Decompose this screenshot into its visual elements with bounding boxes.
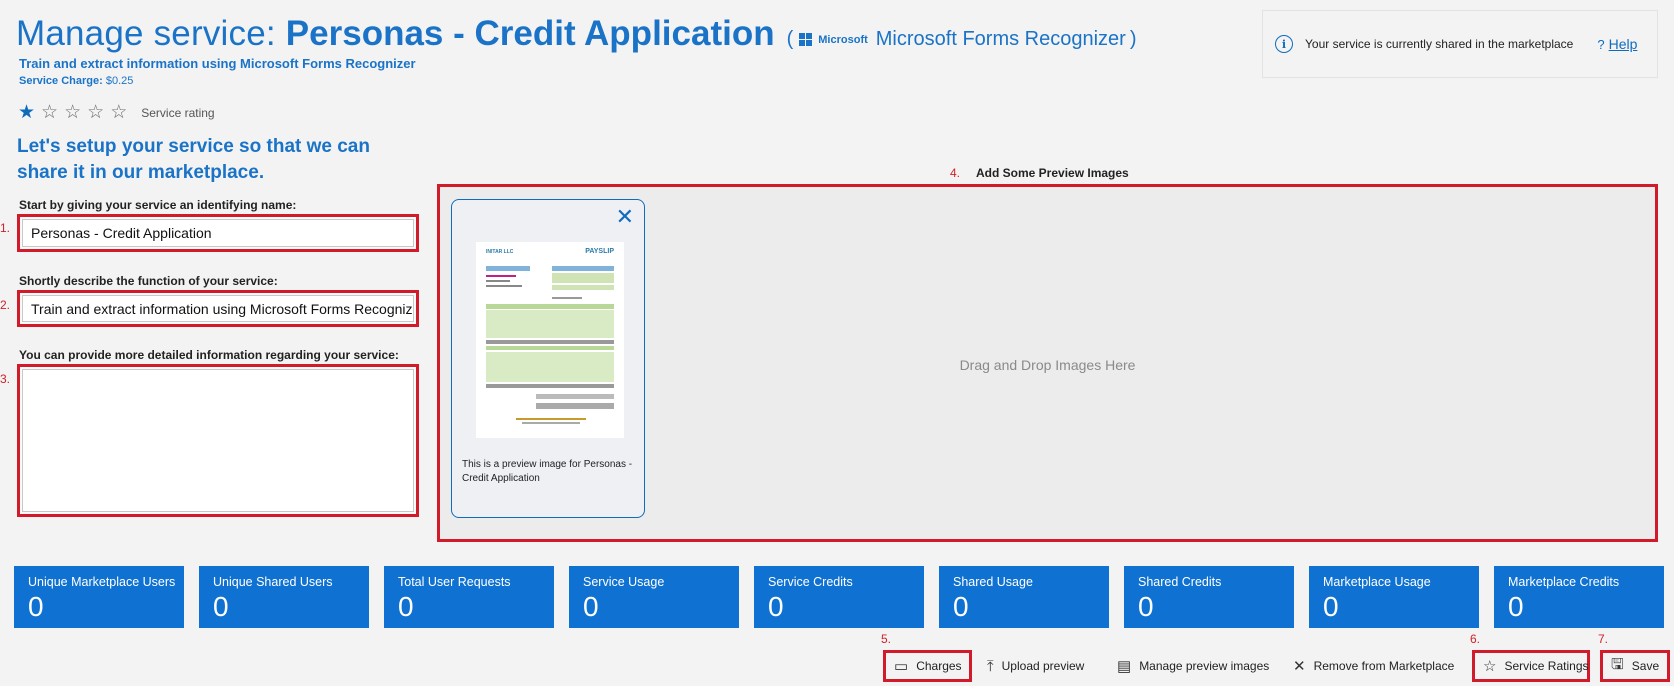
- marketplace-status-box: i Your service is currently shared in th…: [1262, 10, 1658, 78]
- star-empty-icon: ☆: [41, 102, 59, 123]
- stat-tile-service-credits: Service Credits 0: [754, 566, 924, 628]
- name-field-label: Start by giving your service an identify…: [19, 198, 297, 212]
- description-field-highlight: Train and extract information using Micr…: [17, 290, 419, 327]
- step-number-4: 4.: [950, 166, 961, 180]
- stat-tile-total-user-requests: Total User Requests 0: [384, 566, 554, 628]
- stat-value: 0: [1508, 591, 1524, 622]
- marketplace-status-text: Your service is currently shared in the …: [1305, 37, 1574, 51]
- service-name-input[interactable]: Personas - Credit Application: [22, 219, 414, 247]
- manage-preview-images-button[interactable]: ▤ Manage preview images: [1109, 650, 1277, 682]
- stat-value: 0: [583, 591, 599, 622]
- stat-label: Shared Usage: [953, 575, 1033, 589]
- stat-value: 0: [1138, 591, 1154, 622]
- title-prefix: Manage service:: [16, 14, 276, 53]
- save-button[interactable]: 🖫 Save: [1600, 650, 1670, 682]
- name-field-highlight: Personas - Credit Application: [17, 214, 419, 252]
- close-icon[interactable]: ✕: [616, 206, 634, 228]
- close-icon: ✕: [1293, 658, 1306, 675]
- remove-from-marketplace-button[interactable]: ✕ Remove from Marketplace: [1285, 650, 1462, 682]
- stat-label: Marketplace Credits: [1508, 575, 1620, 589]
- star-empty-icon: ☆: [110, 102, 128, 123]
- description-field-label: Shortly describe the function of your se…: [19, 274, 278, 288]
- stat-label: Unique Marketplace Users: [28, 575, 176, 589]
- stat-tile-marketplace-usage: Marketplace Usage 0: [1309, 566, 1479, 628]
- credit-card-icon: ▭: [894, 658, 909, 675]
- manage-preview-label: Manage preview images: [1139, 659, 1270, 673]
- remove-marketplace-label: Remove from Marketplace: [1313, 659, 1455, 673]
- stat-value: 0: [398, 591, 414, 622]
- details-field-highlight: [17, 364, 419, 517]
- step-number-3: 3.: [0, 372, 11, 386]
- page-title: Manage service: Personas - Credit Applic…: [16, 14, 1137, 54]
- charges-label: Charges: [916, 659, 962, 673]
- stat-label: Service Credits: [768, 575, 853, 589]
- upload-icon: ⤒: [987, 657, 994, 675]
- info-icon: i: [1275, 35, 1293, 53]
- stat-label: Shared Credits: [1138, 575, 1222, 589]
- preview-images-heading: Add Some Preview Images: [976, 166, 1129, 180]
- stat-value: 0: [768, 591, 784, 622]
- stat-tile-marketplace-credits: Marketplace Credits 0: [1494, 566, 1664, 628]
- upload-preview-label: Upload preview: [1001, 659, 1085, 673]
- stat-tile-service-usage: Service Usage 0: [569, 566, 739, 628]
- service-details-textarea[interactable]: [22, 369, 414, 512]
- thumbnail-tag-text: PAYSLIP: [585, 248, 614, 255]
- help-label[interactable]: Help: [1609, 36, 1638, 52]
- service-rating: ★ ☆ ☆ ☆ ☆ Service rating: [18, 103, 215, 122]
- stat-value: 0: [1323, 591, 1339, 622]
- service-ratings-label: Service Ratings: [1504, 659, 1589, 673]
- upload-preview-button[interactable]: ⤒ Upload preview: [979, 650, 1092, 682]
- image-drop-zone[interactable]: Drag and Drop Images Here ✕ INITAR LLC P…: [437, 184, 1658, 542]
- payslip-thumbnail-image: INITAR LLC PAYSLIP: [476, 242, 624, 438]
- save-label: Save: [1631, 659, 1660, 673]
- star-icon: ☆: [1483, 658, 1497, 675]
- microsoft-logo-icon: [799, 33, 813, 46]
- stat-label: Total User Requests: [398, 575, 511, 589]
- stat-tile-unique-marketplace-users: Unique Marketplace Users 0: [14, 566, 184, 628]
- service-name-title: Personas - Credit Application: [285, 14, 775, 53]
- step-number-2: 2.: [0, 298, 11, 312]
- service-ratings-button[interactable]: ☆ Service Ratings: [1472, 650, 1590, 682]
- stat-label: Unique Shared Users: [213, 575, 333, 589]
- service-subtitle: Train and extract information using Micr…: [19, 56, 416, 71]
- stat-tile-shared-credits: Shared Credits 0: [1124, 566, 1294, 628]
- provider-name: Microsoft Forms Recognizer: [875, 28, 1126, 50]
- stat-label: Marketplace Usage: [1323, 575, 1431, 589]
- setup-heading: Let's setup your service so that we can …: [17, 136, 370, 183]
- star-filled-icon: ★: [18, 102, 36, 123]
- stat-tile-unique-shared-users: Unique Shared Users 0: [199, 566, 369, 628]
- stat-tile-shared-usage: Shared Usage 0: [939, 566, 1109, 628]
- step-number-7: 7.: [1598, 632, 1609, 646]
- charges-button[interactable]: ▭ Charges: [883, 650, 972, 682]
- preview-card-caption: This is a preview image for Personas - C…: [462, 459, 633, 484]
- service-charge-value: $0.25: [105, 75, 134, 87]
- star-empty-icon: ☆: [64, 102, 82, 123]
- service-description-input[interactable]: Train and extract information using Micr…: [22, 295, 414, 322]
- service-charge: Service Charge: $0.25: [19, 75, 133, 87]
- step-number-1: 1.: [0, 221, 11, 235]
- save-icon: 🖫: [1611, 655, 1624, 673]
- stat-value: 0: [28, 591, 44, 622]
- provider-open-paren: (: [786, 28, 794, 50]
- images-icon: ▤: [1117, 658, 1132, 675]
- help-link[interactable]: ? Help: [1597, 36, 1637, 52]
- provider-label: ( Microsoft Microsoft Forms Recognizer ): [787, 28, 1137, 51]
- stat-value: 0: [213, 591, 229, 622]
- thumbnail-company-text: INITAR LLC: [486, 249, 514, 255]
- rating-label: Service rating: [141, 105, 215, 120]
- step-number-5: 5.: [881, 632, 892, 646]
- microsoft-brand-text: Microsoft: [818, 33, 868, 46]
- stat-label: Service Usage: [583, 575, 665, 589]
- provider-close-paren: ): [1129, 28, 1137, 50]
- help-question-icon: ?: [1597, 36, 1605, 52]
- stat-value: 0: [953, 591, 969, 622]
- star-empty-icon: ☆: [87, 102, 105, 123]
- step-number-6: 6.: [1470, 632, 1481, 646]
- service-charge-label: Service Charge:: [19, 75, 103, 87]
- details-field-label: You can provide more detailed informatio…: [19, 348, 399, 362]
- preview-image-card[interactable]: ✕ INITAR LLC PAYSLIP This is a preview i…: [451, 199, 645, 518]
